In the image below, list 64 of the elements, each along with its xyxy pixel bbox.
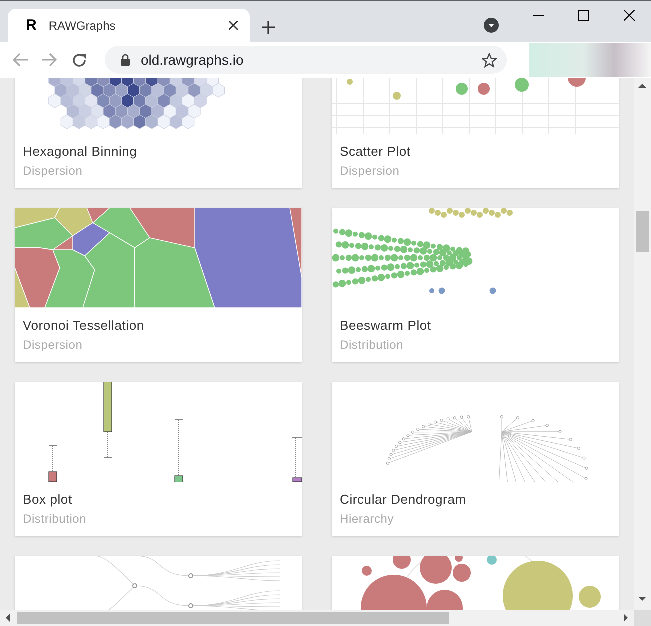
beeswarm-dot <box>490 288 496 294</box>
chart-category: Dispersion <box>23 338 84 352</box>
address-bar[interactable]: old.rawgraphs.io <box>105 46 507 74</box>
voronoi-cell <box>15 208 61 228</box>
whisker <box>48 446 58 472</box>
voronoi-cell <box>15 268 30 308</box>
vertical-scrollbar[interactable] <box>634 78 651 610</box>
favicon: R <box>26 17 37 34</box>
beeswarm-dot <box>438 288 446 294</box>
scatter-point <box>568 78 586 87</box>
lock-icon <box>121 54 130 66</box>
chart-title: Box plot <box>23 492 74 507</box>
chart-title: Scatter Plot <box>340 144 412 159</box>
chart-card[interactable]: Hexagonal Binning Dispersion <box>15 78 302 188</box>
whisker <box>292 438 302 478</box>
scatter-point <box>347 79 353 85</box>
scatter-point <box>393 92 401 100</box>
tab-search-icon[interactable] <box>484 18 499 33</box>
chart-title: Hexagonal Binning <box>23 144 138 159</box>
voronoi-cell <box>15 248 60 308</box>
voronoi-cell <box>92 208 150 248</box>
box <box>174 476 184 482</box>
chart-card[interactable]: Scatter Plot Dispersion <box>332 78 619 188</box>
voronoi-cell <box>54 208 94 236</box>
chart-card[interactable]: Circular Dendrogram Hierarchy <box>332 382 619 536</box>
bubble <box>455 556 463 562</box>
chart-card[interactable]: Voronoi Tessellation Dispersion <box>15 208 302 362</box>
beeswarm-dot <box>430 288 434 294</box>
bubble <box>503 561 573 610</box>
browser-tab[interactable]: R RAWGraphs <box>8 9 250 42</box>
tab-title: RAWGraphs <box>48 18 117 32</box>
chart-card[interactable]: Beeswarm Plot Distribution <box>332 208 619 362</box>
chart-category: Hierarchy <box>340 512 396 526</box>
chart-category: Distribution <box>340 338 405 352</box>
chart-category: Distribution <box>23 512 88 526</box>
minimize-icon[interactable] <box>533 15 544 17</box>
bubble <box>579 586 601 608</box>
horizontal-scrollbar[interactable] <box>0 610 634 626</box>
voronoi-cell <box>15 218 74 250</box>
bubble <box>393 556 411 569</box>
whisker <box>104 432 112 458</box>
voronoi-cell <box>72 222 111 256</box>
box <box>292 478 302 482</box>
voronoi-cell <box>44 250 96 308</box>
chart-title: Voronoi Tessellation <box>23 318 146 333</box>
chart-category: Dispersion <box>23 164 84 178</box>
scatter-point <box>515 78 529 92</box>
box <box>48 472 58 482</box>
box <box>104 382 112 432</box>
whisker <box>174 420 184 476</box>
maximize-icon[interactable] <box>578 10 589 21</box>
bubble <box>487 556 497 565</box>
chart-category: Dispersion <box>340 164 401 178</box>
reload-icon[interactable] <box>72 52 87 68</box>
url-text: old.rawgraphs.io <box>141 52 245 68</box>
star-icon[interactable] <box>482 52 497 68</box>
close-window-icon[interactable] <box>624 10 635 21</box>
scatter-point <box>456 83 468 95</box>
chart-title: Beeswarm Plot <box>340 318 432 333</box>
chart-title: Circular Dendrogram <box>340 492 468 507</box>
scatter-point <box>478 83 490 95</box>
close-icon[interactable] <box>229 21 238 30</box>
chart-card[interactable]: Box plot Distribution <box>15 382 302 536</box>
new-tab-icon[interactable] <box>262 21 275 34</box>
